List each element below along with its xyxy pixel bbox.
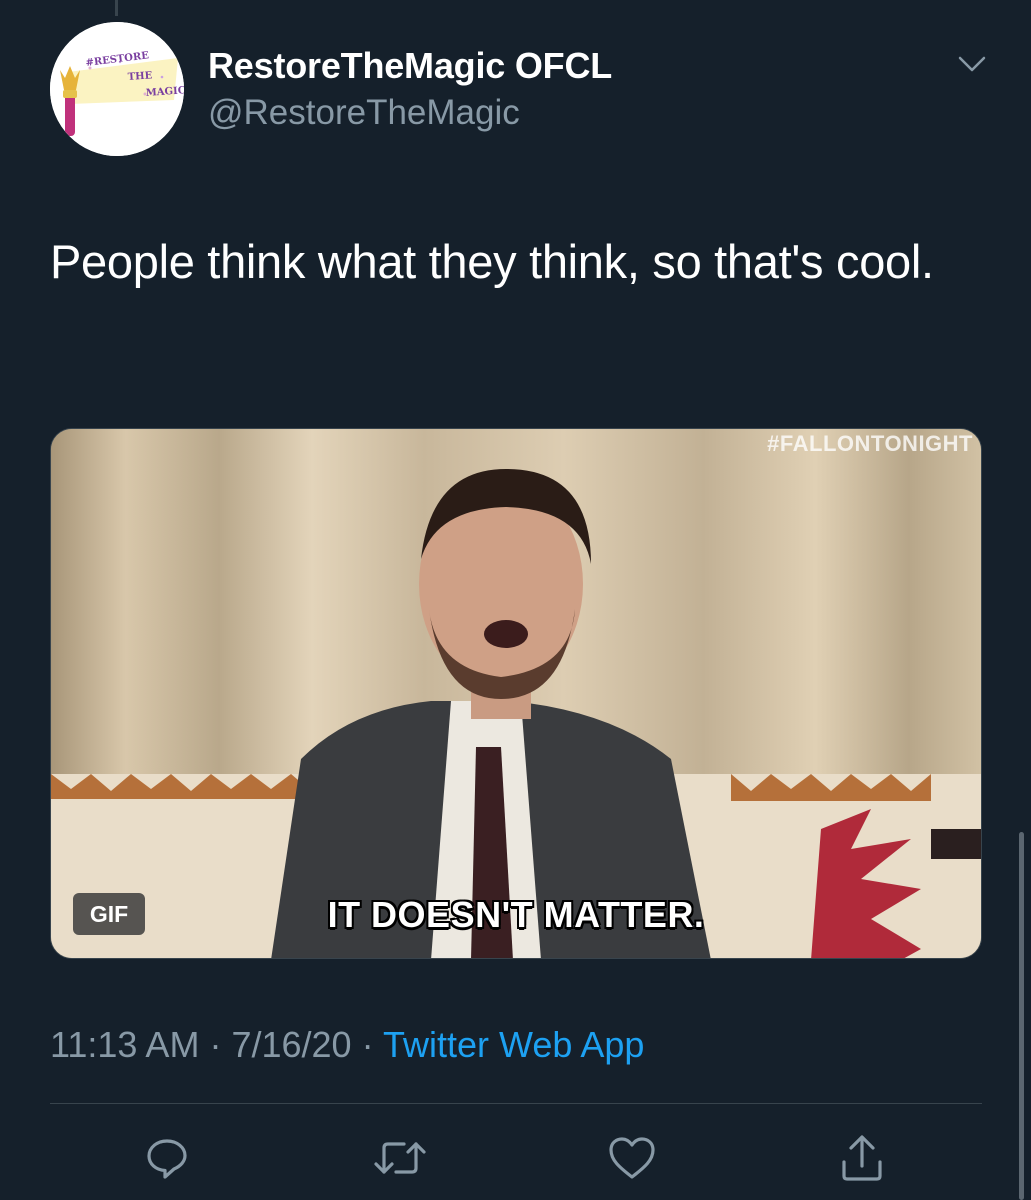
gif-frame — [51, 429, 981, 958]
tweet-date[interactable]: 7/16/20 — [231, 1024, 351, 1065]
tweet-media-gif[interactable]: #FALLONTONIGHT IT DOESN'T MATTER. GIF — [50, 428, 982, 959]
reply-icon — [147, 1139, 187, 1179]
meta-separator: · — [361, 1024, 374, 1065]
like-button[interactable] — [604, 1130, 660, 1186]
gif-badge: GIF — [73, 893, 145, 935]
scrollbar[interactable] — [1019, 832, 1024, 1200]
reply-button[interactable] — [139, 1130, 195, 1186]
retweet-button[interactable] — [372, 1130, 428, 1186]
like-icon — [609, 1137, 655, 1179]
avatar-artwork: #RESTORE THE MAGIC — [50, 22, 184, 156]
tweet-meta: 11:13 AM · 7/16/20 · Twitter Web App — [50, 1022, 644, 1068]
tweet-source-link[interactable]: Twitter Web App — [383, 1024, 644, 1065]
tweet-actions — [0, 1130, 1031, 1190]
share-icon — [842, 1135, 882, 1181]
tweet-time[interactable]: 11:13 AM — [50, 1024, 199, 1065]
author-display-name[interactable]: RestoreTheMagic OFCL — [208, 44, 612, 88]
tweet-text: People think what they think, so that's … — [50, 235, 934, 288]
thread-connector-line — [115, 0, 118, 16]
divider — [50, 1103, 982, 1104]
avatar[interactable]: #RESTORE THE MAGIC — [50, 22, 184, 156]
meta-separator: · — [209, 1024, 222, 1065]
avatar-text-line-2: THE — [127, 70, 153, 83]
tweet-header: #RESTORE THE MAGIC RestoreTheMagic OFCL … — [50, 22, 990, 162]
author-names: RestoreTheMagic OFCL @RestoreTheMagic — [208, 44, 612, 136]
gif-caption: IT DOESN'T MATTER. — [327, 894, 705, 935]
chevron-down-icon[interactable] — [955, 52, 989, 76]
media-watermark: #FALLONTONIGHT — [767, 431, 973, 456]
retweet-icon — [374, 1142, 426, 1174]
author-handle[interactable]: @RestoreTheMagic — [208, 90, 612, 136]
share-button[interactable] — [834, 1130, 890, 1186]
